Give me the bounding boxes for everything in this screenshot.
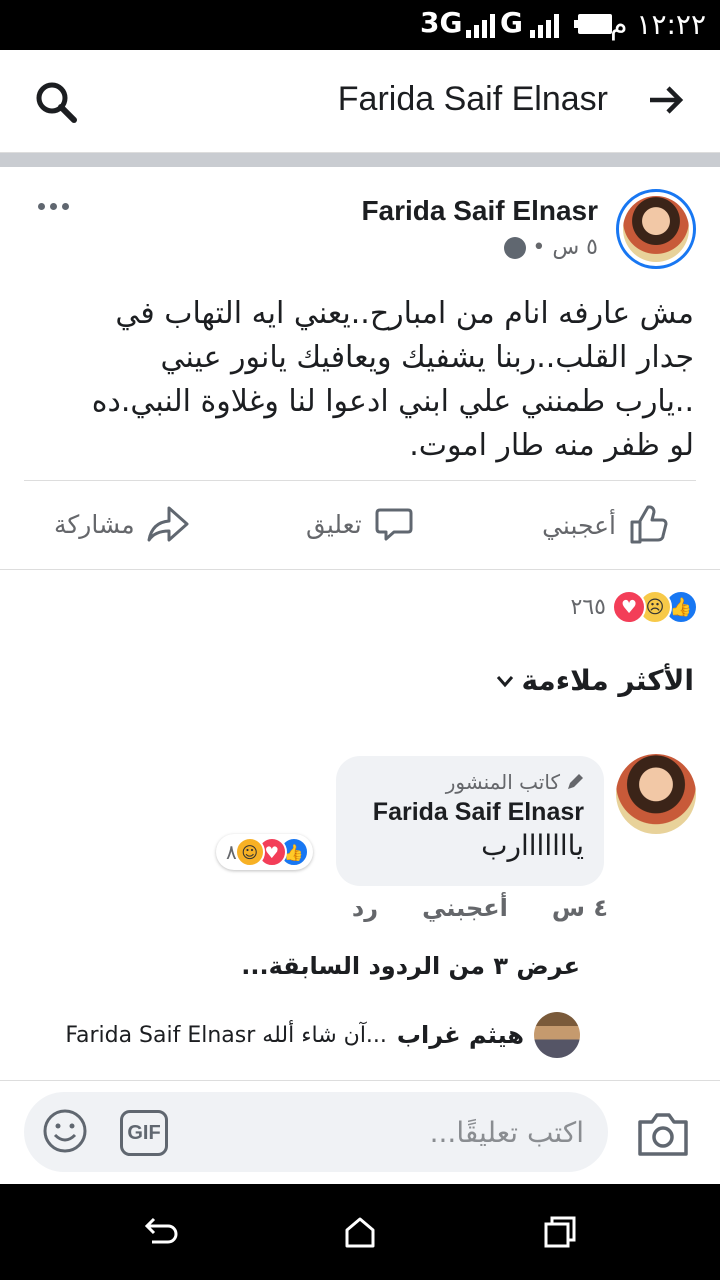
page-title: Farida Saif Elnasr (337, 80, 608, 118)
comment-like-button[interactable]: أعجبني (422, 894, 508, 922)
love-reaction-icon: ♥ (612, 590, 646, 624)
camera-icon[interactable] (636, 1110, 690, 1158)
thumbs-up-icon (630, 505, 668, 544)
author-badge-label: كاتب المنشور (445, 770, 560, 794)
comment-bubble[interactable]: كاتب المنشور Farida Saif Elnasr يااااااا… (336, 756, 604, 886)
more-options-icon[interactable] (38, 203, 69, 210)
post-actions: أعجبني تعليق مشاركة (0, 482, 720, 568)
post-author-avatar[interactable] (616, 189, 696, 269)
reply-author-avatar (534, 1012, 580, 1058)
signal-icon (466, 12, 495, 38)
comment-button[interactable]: تعليق (306, 504, 414, 544)
like-label: أعجبني (542, 510, 616, 540)
post-meta: ٥ س • (504, 235, 598, 260)
comment-author-avatar[interactable] (616, 754, 696, 834)
network-3g-label: 3G (420, 6, 463, 39)
comment-reaction-count: ٨ (226, 840, 237, 864)
share-label: مشاركة (54, 509, 135, 539)
author-badge: كاتب المنشور (356, 770, 584, 794)
post-time: ٥ س • (532, 235, 598, 260)
status-bar: 3G G ١٢:٢٢ م (0, 0, 720, 50)
back-arrow-icon[interactable] (646, 80, 686, 120)
battery-icon (574, 14, 612, 34)
section-divider (0, 153, 720, 167)
signal-icon-2 (530, 12, 559, 38)
post-body: مش عارفه انام من امبارح..يعني ايه التهاب… (91, 296, 694, 463)
home-nav-icon[interactable] (342, 1214, 378, 1250)
comment-text: يااااااارب (481, 829, 584, 862)
share-icon (147, 506, 189, 542)
recents-nav-icon[interactable] (542, 1214, 578, 1250)
sort-label: الأكثر ملاءمة (521, 664, 694, 697)
comment-composer: GIF (24, 1092, 608, 1172)
status-time: ١٢:٢٢ م (610, 8, 706, 41)
comment-reactions[interactable]: 👍 ♥ ☺ ٨ (216, 834, 313, 870)
comment-label: تعليق (306, 509, 362, 539)
system-nav-bar (0, 1184, 720, 1280)
back-nav-icon[interactable] (142, 1214, 178, 1250)
comment-sort-dropdown[interactable]: الأكثر ملاءمة (495, 664, 694, 697)
app-header: Farida Saif Elnasr (0, 50, 720, 153)
reactions-summary[interactable]: 👍 ☹ ♥ ٢٦٥ (571, 590, 698, 624)
comment-author-name[interactable]: Farida Saif Elnasr (356, 798, 584, 827)
pencil-icon (568, 774, 583, 789)
reaction-count: ٢٦٥ (570, 594, 606, 620)
divider (24, 480, 696, 481)
avatar-image (623, 196, 689, 262)
view-previous-replies[interactable]: عرض ٣ من الردود السابقة... (241, 952, 580, 980)
comment-reply-button[interactable]: رد (352, 894, 378, 922)
share-button[interactable]: مشاركة (54, 504, 191, 544)
comment-icon (375, 508, 413, 541)
divider (0, 1080, 720, 1081)
globe-icon (504, 236, 527, 259)
latest-reply[interactable]: هيثم غراب ...آن شاء ألله Farida Saif Eln… (65, 1012, 580, 1058)
gif-button[interactable]: GIF (120, 1110, 168, 1156)
comment-meta: ٤ س أعجبني رد (352, 894, 608, 922)
reply-author-name: هيثم غراب (396, 1021, 524, 1049)
search-icon[interactable] (34, 80, 78, 124)
emoji-icon[interactable] (42, 1108, 88, 1154)
post-author-name[interactable]: Farida Saif Elnasr (361, 195, 598, 227)
comment-time: ٤ س (551, 894, 608, 922)
comment-input[interactable] (224, 1110, 584, 1154)
like-button[interactable]: أعجبني (542, 504, 670, 546)
divider (0, 569, 720, 570)
chevron-down-icon (497, 675, 514, 687)
network-g-label: G (500, 6, 523, 39)
post-header: Farida Saif Elnasr ٥ س • (0, 167, 720, 287)
reply-text: ...آن شاء ألله Farida Saif Elnasr (65, 1022, 387, 1048)
